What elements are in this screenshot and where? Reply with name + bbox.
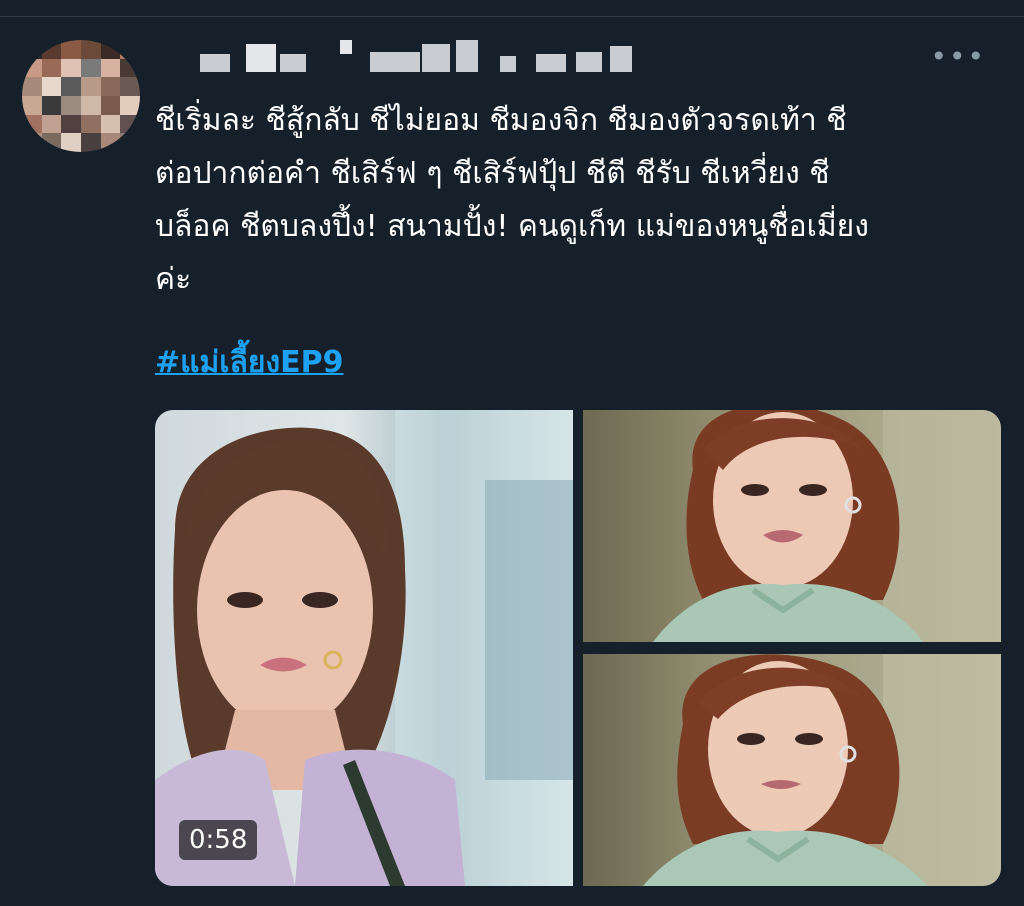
media-grid: 0:58 <box>155 410 1001 886</box>
video-thumbnail[interactable]: 0:58 <box>155 410 573 886</box>
top-divider <box>0 16 1024 17</box>
avatar[interactable] <box>22 40 140 152</box>
user-name-redacted[interactable] <box>200 40 660 74</box>
tweet-text: ชีเริ่มละ ชีสู้กลับ ชีไม่ยอม ชีมองจิก ชี… <box>155 103 869 297</box>
video-duration-badge: 0:58 <box>179 820 258 860</box>
woman-left-illustration <box>155 410 573 886</box>
hashtag-link[interactable]: #แม่เลี้ยงEP9 <box>155 338 343 388</box>
woman-right-top-illustration <box>653 410 1001 642</box>
more-horizontal-icon[interactable]: ••• <box>930 43 986 71</box>
image-bottom-right[interactable] <box>583 654 1001 886</box>
image-top-right[interactable] <box>583 410 1001 642</box>
woman-right-bottom-illustration <box>643 654 1001 886</box>
